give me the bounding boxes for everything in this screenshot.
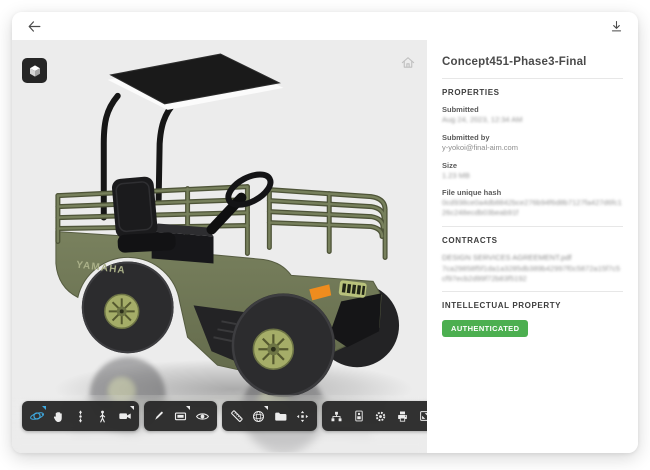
canopy: [107, 53, 284, 110]
properties-icon: [354, 410, 363, 422]
folder-button[interactable]: [270, 404, 291, 428]
pen-button[interactable]: [148, 404, 169, 428]
print-button[interactable]: [392, 404, 413, 428]
explode-button[interactable]: [292, 404, 313, 428]
toolbar-group-model-tools: [222, 401, 317, 431]
redacted-value: 0cd938ce0a4db8842bce276b94f6d8b7127fa427…: [442, 198, 622, 217]
pan-button[interactable]: [48, 404, 69, 428]
model-browser-icon: [331, 411, 342, 421]
pen-icon: [154, 411, 163, 420]
fullscreen-icon: [419, 411, 427, 421]
download-icon: [611, 20, 621, 31]
download-button[interactable]: [606, 16, 626, 36]
field-file-hash: File unique hash 0cd938ce0a4db8842bce276…: [442, 188, 622, 217]
redacted-value: Aug 24, 2023, 12:34 AM: [442, 115, 523, 124]
arrow-left-icon: [28, 20, 40, 32]
measure-button[interactable]: [226, 404, 247, 428]
camera-button[interactable]: [114, 404, 135, 428]
zoom-button[interactable]: [70, 404, 91, 428]
screen-button[interactable]: [170, 404, 191, 428]
home-view-button[interactable]: [399, 54, 417, 72]
top-bar: [12, 12, 638, 40]
field-submitted-by: Submitted by y-yokoi@final-aim.com: [442, 132, 518, 152]
viewer-toolbar: [22, 401, 427, 431]
explode-icon: [296, 410, 309, 422]
toolbar-group-navigation: [22, 401, 139, 431]
contract-file-hash: 7ca29858f5f1da1a3285db389b42997f0c5872a1…: [442, 263, 621, 283]
zoom-icon: [78, 409, 83, 423]
toolbar-group-markup: [144, 401, 217, 431]
first-person-icon: [99, 410, 106, 422]
environment-button[interactable]: [248, 404, 269, 428]
model-browser-button[interactable]: [326, 404, 347, 428]
folder-icon: [275, 412, 287, 421]
canopy-front-post: [155, 98, 179, 203]
screen-icon: [174, 412, 187, 420]
viewer-window: YAMAHA Concept451-Phase3-Final PROPERTIE…: [12, 12, 638, 453]
print-icon: [398, 411, 407, 422]
divider: [442, 225, 623, 227]
fullscreen-button[interactable]: [414, 404, 427, 428]
properties-heading: PROPERTIES: [442, 88, 500, 97]
contracts-heading: CONTRACTS: [442, 235, 498, 245]
orbit-icon: [29, 412, 44, 420]
settings-gear-icon: [375, 411, 386, 421]
settings-button[interactable]: [370, 404, 391, 428]
front-cargo-rails: [266, 187, 388, 260]
field-submitted: Submitted Aug 24, 2023, 12:34 AM: [442, 105, 623, 125]
model-render: YAMAHA: [53, 53, 414, 452]
divider: [442, 291, 623, 293]
measure-icon: [230, 410, 243, 422]
back-button[interactable]: [24, 16, 44, 36]
viewer-canvas[interactable]: YAMAHA: [12, 40, 427, 453]
ip-heading: INTELLECTUAL PROPERTY: [442, 301, 562, 311]
camera-icon: [118, 413, 131, 419]
divider: [442, 78, 623, 79]
contract-file-name: DESIGN SERVICES AGREEMENT.pdf: [442, 252, 572, 262]
wheel-front-left: [231, 293, 336, 398]
model-type-button[interactable]: [22, 58, 47, 83]
details-panel: Concept451-Phase3-Final PROPERTIES Submi…: [427, 40, 638, 453]
eye-icon: [195, 412, 210, 420]
orbit-button[interactable]: [26, 404, 47, 428]
field-size: Size 1.23 MB: [442, 161, 623, 181]
home-icon: [401, 57, 415, 68]
visibility-button[interactable]: [192, 404, 213, 428]
wheel-rear-left: [81, 261, 174, 354]
redacted-value: 1.23 MB: [442, 170, 470, 180]
properties-button[interactable]: [348, 404, 369, 428]
first-person-button[interactable]: [92, 404, 113, 428]
authenticated-badge: AUTHENTICATED: [442, 320, 529, 338]
page-title: Concept451-Phase3-Final: [442, 56, 587, 68]
toolbar-group-app-tools: [322, 401, 427, 431]
3d-cube-icon: [29, 64, 40, 77]
pan-hand-icon: [53, 411, 62, 422]
environment-globe-icon: [253, 410, 264, 422]
